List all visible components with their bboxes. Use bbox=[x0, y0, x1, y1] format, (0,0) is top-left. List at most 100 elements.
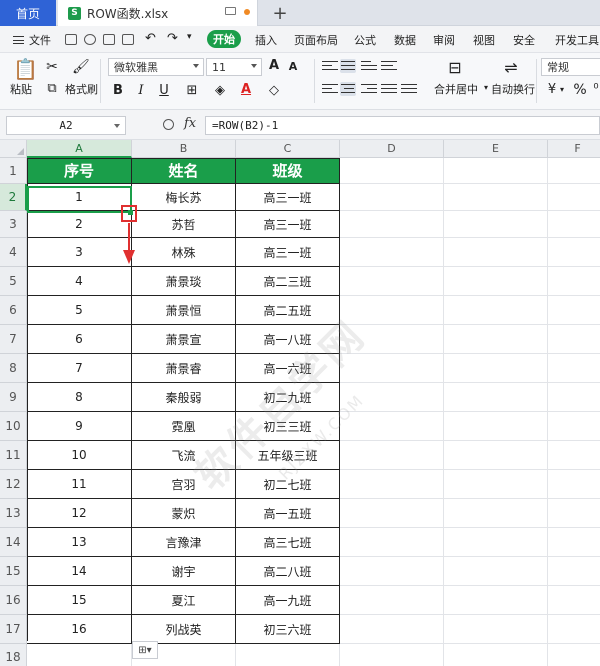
empty-cell[interactable] bbox=[444, 383, 548, 412]
empty-cell[interactable] bbox=[444, 158, 548, 184]
row-header-16[interactable]: 16 bbox=[0, 586, 27, 615]
empty-cell[interactable] bbox=[444, 296, 548, 325]
distributed-icon[interactable] bbox=[401, 84, 417, 98]
row-header-12[interactable]: 12 bbox=[0, 470, 27, 499]
table-cell[interactable]: 高二五班 bbox=[236, 296, 340, 325]
font-color-icon[interactable]: A bbox=[238, 82, 254, 97]
print-icon[interactable] bbox=[103, 34, 115, 45]
merge-center-icon[interactable]: ⊟ bbox=[447, 58, 463, 77]
row-header-2[interactable]: 2 bbox=[0, 184, 27, 211]
empty-cell[interactable] bbox=[340, 238, 444, 267]
table-cell[interactable]: 12 bbox=[27, 499, 132, 528]
export-icon[interactable] bbox=[84, 34, 96, 45]
select-all-corner[interactable] bbox=[0, 140, 27, 158]
empty-cell[interactable] bbox=[444, 499, 548, 528]
empty-cell[interactable] bbox=[548, 211, 600, 238]
empty-cell[interactable] bbox=[444, 184, 548, 211]
table-cell[interactable]: 萧景宣 bbox=[132, 325, 236, 354]
table-cell[interactable]: 高一六班 bbox=[236, 354, 340, 383]
name-box[interactable]: A2 bbox=[6, 116, 126, 135]
orientation-icon[interactable] bbox=[381, 61, 397, 75]
menu-file[interactable]: 文件 bbox=[29, 32, 51, 48]
table-cell[interactable]: 初二九班 bbox=[236, 383, 340, 412]
table-cell[interactable]: 言豫津 bbox=[132, 528, 236, 557]
table-cell[interactable]: 高二三班 bbox=[236, 267, 340, 296]
underline-button[interactable]: U bbox=[156, 83, 172, 98]
wrap-text-icon[interactable]: ⇌ bbox=[503, 58, 519, 77]
empty-cell[interactable] bbox=[548, 615, 600, 644]
italic-button[interactable]: I bbox=[133, 83, 149, 98]
table-cell[interactable]: 5 bbox=[27, 296, 132, 325]
empty-cell[interactable] bbox=[340, 158, 444, 184]
table-cell[interactable]: 蒙炽 bbox=[132, 499, 236, 528]
cut-icon[interactable]: ✂ bbox=[44, 59, 60, 75]
table-cell[interactable]: 高三一班 bbox=[236, 184, 340, 211]
empty-cell[interactable] bbox=[548, 557, 600, 586]
paste-icon[interactable]: 📋 bbox=[13, 57, 38, 81]
empty-cell[interactable] bbox=[340, 184, 444, 211]
table-cell[interactable]: 高一八班 bbox=[236, 325, 340, 354]
quick-access-more-icon[interactable]: ▾ bbox=[187, 32, 192, 42]
row-header-11[interactable]: 11 bbox=[0, 441, 27, 470]
menu-developer[interactable]: 开发工具 bbox=[555, 32, 599, 48]
empty-cell[interactable] bbox=[548, 586, 600, 615]
row-header-14[interactable]: 14 bbox=[0, 528, 27, 557]
menu-icon[interactable] bbox=[13, 36, 24, 44]
row-header-5[interactable]: 5 bbox=[0, 267, 27, 296]
wrap-text-button[interactable]: 自动换行 bbox=[491, 81, 535, 97]
empty-cell[interactable] bbox=[444, 470, 548, 499]
table-cell[interactable]: 8 bbox=[27, 383, 132, 412]
chevron-down-icon[interactable]: ▾ bbox=[484, 83, 488, 92]
empty-cell[interactable] bbox=[27, 644, 132, 666]
table-cell[interactable]: 高三一班 bbox=[236, 238, 340, 267]
empty-cell[interactable] bbox=[444, 615, 548, 644]
table-cell[interactable]: 高一九班 bbox=[236, 586, 340, 615]
empty-cell[interactable] bbox=[548, 354, 600, 383]
empty-cell[interactable] bbox=[340, 211, 444, 238]
empty-cell[interactable] bbox=[548, 296, 600, 325]
table-cell[interactable]: 秦般弱 bbox=[132, 383, 236, 412]
empty-cell[interactable] bbox=[548, 441, 600, 470]
align-top-icon[interactable] bbox=[322, 61, 338, 75]
empty-cell[interactable] bbox=[444, 238, 548, 267]
column-header-c[interactable]: C bbox=[236, 140, 340, 158]
table-cell[interactable]: 初二七班 bbox=[236, 470, 340, 499]
menu-security[interactable]: 安全 bbox=[513, 32, 535, 48]
table-cell[interactable]: 萧景睿 bbox=[132, 354, 236, 383]
table-cell[interactable]: 11 bbox=[27, 470, 132, 499]
row-header-18[interactable]: 18 bbox=[0, 644, 27, 666]
column-header-e[interactable]: E bbox=[444, 140, 548, 158]
table-cell[interactable]: 苏哲 bbox=[132, 211, 236, 238]
column-header-b[interactable]: B bbox=[132, 140, 236, 158]
row-header-13[interactable]: 13 bbox=[0, 499, 27, 528]
empty-cell[interactable] bbox=[340, 412, 444, 441]
empty-cell[interactable] bbox=[444, 557, 548, 586]
table-cell[interactable]: 谢宇 bbox=[132, 557, 236, 586]
row-header-6[interactable]: 6 bbox=[0, 296, 27, 325]
table-header-cell[interactable]: 姓名 bbox=[132, 158, 236, 184]
table-cell[interactable]: 高二八班 bbox=[236, 557, 340, 586]
row-header-15[interactable]: 15 bbox=[0, 557, 27, 586]
empty-cell[interactable] bbox=[340, 296, 444, 325]
align-middle-icon[interactable] bbox=[340, 59, 356, 73]
monitor-icon[interactable] bbox=[225, 7, 236, 15]
empty-cell[interactable] bbox=[340, 441, 444, 470]
copy-icon[interactable]: ⧉ bbox=[44, 81, 60, 96]
font-name-select[interactable]: 微软雅黑 bbox=[108, 58, 204, 76]
empty-cell[interactable] bbox=[548, 184, 600, 211]
align-center-icon[interactable] bbox=[340, 82, 356, 96]
row-header-17[interactable]: 17 bbox=[0, 615, 27, 644]
new-tab-button[interactable]: + bbox=[268, 0, 292, 26]
font-size-select[interactable]: 11 bbox=[206, 58, 262, 76]
table-cell[interactable]: 梅长苏 bbox=[132, 184, 236, 211]
border-icon[interactable]: ⊞ bbox=[184, 83, 200, 98]
table-cell[interactable]: 15 bbox=[27, 586, 132, 615]
table-cell[interactable]: 2 bbox=[27, 211, 132, 238]
insert-function-button[interactable]: fx bbox=[184, 116, 196, 131]
redo-icon[interactable]: ↷ bbox=[167, 31, 178, 46]
row-header-8[interactable]: 8 bbox=[0, 354, 27, 383]
empty-cell[interactable] bbox=[340, 557, 444, 586]
row-header-10[interactable]: 10 bbox=[0, 412, 27, 441]
empty-cell[interactable] bbox=[548, 238, 600, 267]
empty-cell[interactable] bbox=[548, 383, 600, 412]
